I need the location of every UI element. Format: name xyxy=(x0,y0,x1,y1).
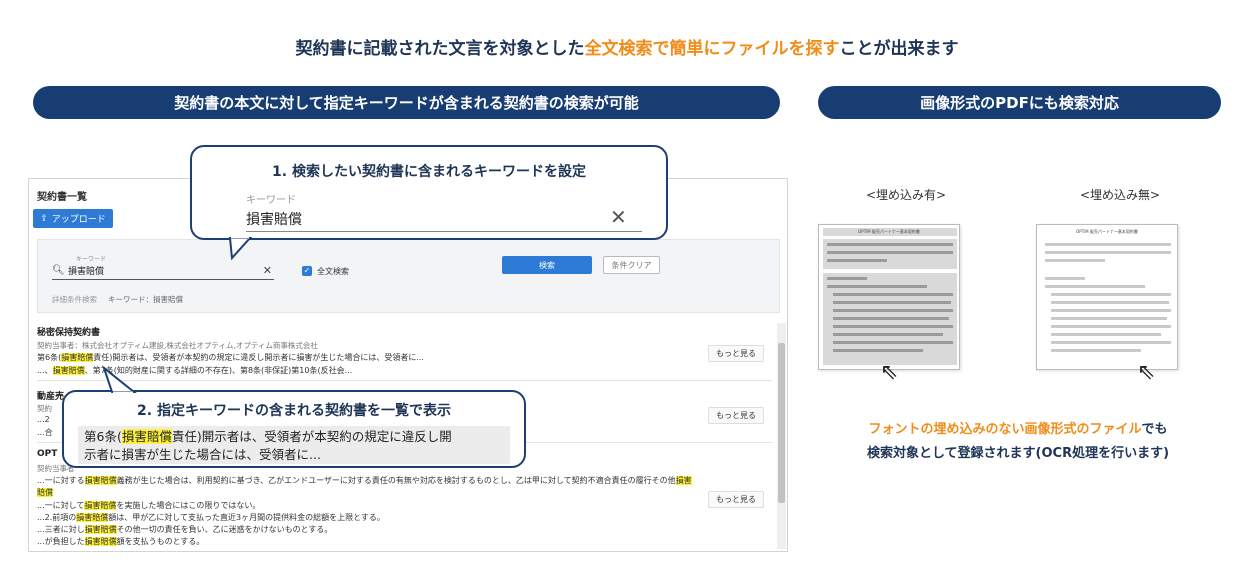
callout1-pointer xyxy=(228,237,253,261)
cursor-icon: ⇖ xyxy=(1137,360,1156,385)
ocr-note: フォントの埋め込みのない画像形式のファイルでも 検索対象として登録されます(OC… xyxy=(818,418,1218,466)
embedded-label: <埋め込み有> xyxy=(866,188,947,202)
doc-title: OPTiM 販売パートナー基本契約書 xyxy=(1076,229,1138,234)
cursor-icon: ⇖ xyxy=(880,360,899,385)
ocr-note-line2: 検索対象として登録されます(OCR処理を行います) xyxy=(866,446,1170,461)
not-embedded-label: <埋め込み無> xyxy=(1080,188,1161,202)
document-embedded: OPTiM 販売パートナー基本契約書 xyxy=(818,224,960,370)
document-not-embedded: OPTiM 販売パートナー基本契約書 xyxy=(1036,224,1178,370)
doc-title: OPTiM 販売パートナー基本契約書 xyxy=(858,229,920,234)
ocr-note-highlight: フォントの埋め込みのない画像形式のファイル xyxy=(868,422,1142,437)
callout2-pointer xyxy=(101,365,137,393)
